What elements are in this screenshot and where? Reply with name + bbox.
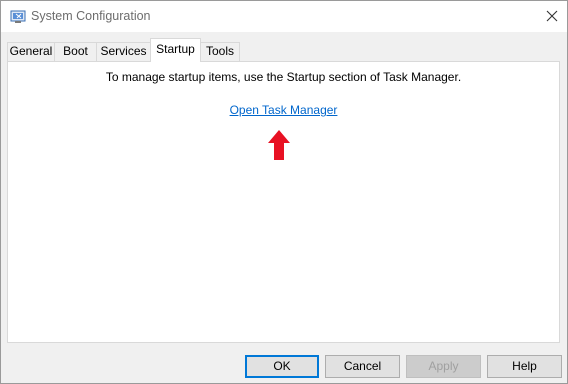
system-configuration-window: System Configuration General Boot Servic… bbox=[0, 0, 568, 384]
tab-startup[interactable]: Startup bbox=[150, 38, 201, 62]
system-configuration-icon bbox=[10, 10, 26, 23]
apply-button[interactable]: Apply bbox=[406, 355, 481, 378]
tab-services[interactable]: Services bbox=[96, 42, 151, 61]
title-bar: System Configuration bbox=[1, 1, 567, 32]
tab-tools[interactable]: Tools bbox=[200, 42, 240, 61]
ok-button[interactable]: OK bbox=[245, 355, 319, 378]
window-title: System Configuration bbox=[31, 9, 151, 23]
close-icon bbox=[546, 10, 558, 22]
cancel-button[interactable]: Cancel bbox=[325, 355, 400, 378]
red-up-arrow-icon bbox=[268, 130, 290, 160]
tab-boot[interactable]: Boot bbox=[54, 42, 97, 61]
startup-info-text: To manage startup items, use the Startup… bbox=[105, 70, 462, 84]
help-button[interactable]: Help bbox=[487, 355, 562, 378]
open-task-manager-link[interactable]: Open Task Manager bbox=[230, 103, 338, 117]
tab-general[interactable]: General bbox=[7, 42, 55, 61]
close-button[interactable] bbox=[537, 1, 567, 31]
startup-panel: To manage startup items, use the Startup… bbox=[7, 61, 560, 343]
